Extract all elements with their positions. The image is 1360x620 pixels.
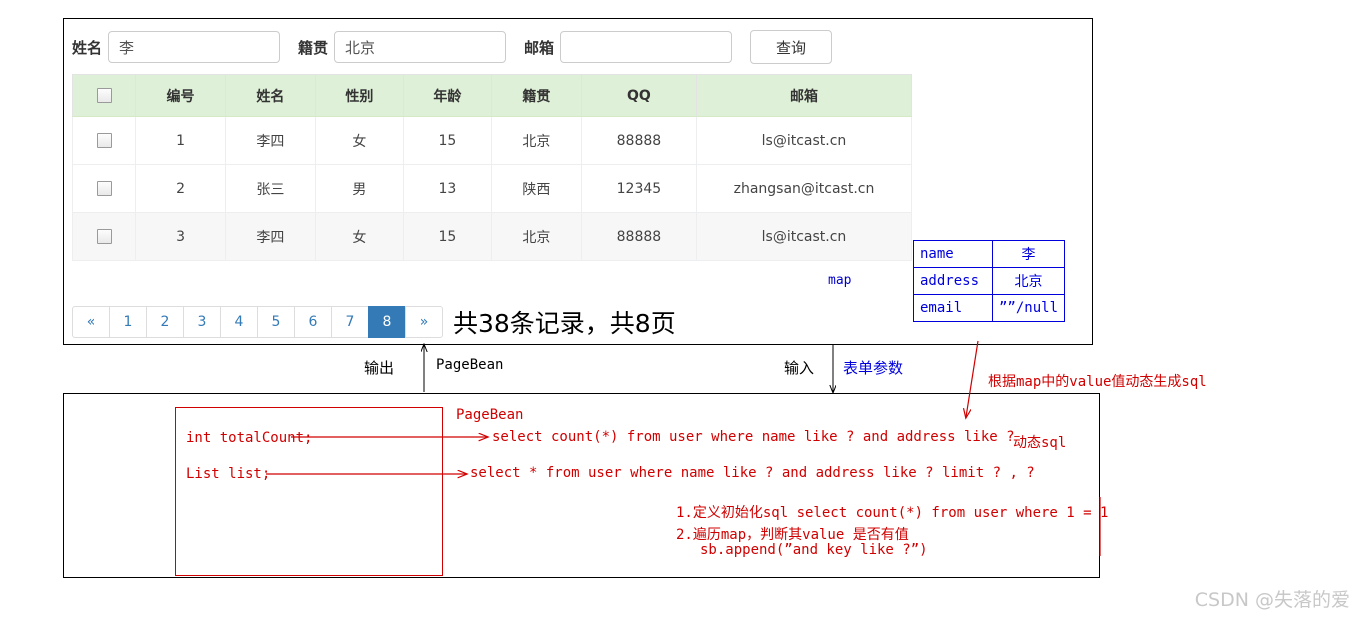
- cell-email: ls@itcast.cn: [695, 116, 913, 165]
- field-list: List list;: [186, 466, 271, 482]
- row-checkbox-cell[interactable]: [71, 164, 137, 213]
- sql-count-query: select count(*) from user where name lik…: [492, 429, 1015, 445]
- cell-name: 李四: [224, 116, 316, 165]
- cell-qq: 12345: [580, 164, 697, 213]
- header-name: 姓名: [224, 74, 316, 117]
- cell-age: 15: [402, 116, 492, 165]
- page-4[interactable]: 4: [220, 306, 258, 338]
- output-type-label: PageBean: [436, 357, 504, 373]
- map-annotation-table: name 李 address 北京 email ””/null: [913, 240, 1066, 322]
- input-label: 输入: [784, 359, 815, 377]
- map-row: name 李: [913, 240, 1066, 268]
- row-checkbox-cell[interactable]: [71, 116, 137, 165]
- page-1[interactable]: 1: [109, 306, 147, 338]
- sql-list-query: select * from user where name like ? and…: [470, 465, 1035, 481]
- search-address-input[interactable]: [334, 31, 507, 63]
- email-field-label: 邮箱: [524, 38, 555, 57]
- watermark: CSDN @失落的爱: [1194, 589, 1350, 611]
- map-key-address: address: [913, 267, 993, 295]
- map-key-email: email: [913, 294, 993, 322]
- page-5[interactable]: 5: [257, 306, 295, 338]
- header-age: 年龄: [402, 74, 492, 117]
- map-value-email: ””/null: [991, 294, 1066, 322]
- cell-address: 陕西: [490, 164, 582, 213]
- pagination-summary: 共38条记录，共8页: [453, 309, 676, 338]
- page-7[interactable]: 7: [331, 306, 369, 338]
- checkbox-icon[interactable]: [96, 133, 112, 148]
- field-total-count: int totalCount;: [186, 430, 313, 446]
- header-id: 编号: [135, 74, 226, 117]
- search-name-input[interactable]: [108, 31, 281, 63]
- cell-id: 3: [135, 212, 226, 261]
- cell-name: 张三: [224, 164, 316, 213]
- map-row: email ””/null: [913, 294, 1066, 322]
- checkbox-icon[interactable]: [96, 229, 112, 244]
- note-line-2: 2.遍历map，判断其value 是否有值: [676, 527, 909, 543]
- cell-id: 1: [135, 116, 226, 165]
- cell-gender: 女: [314, 116, 404, 165]
- search-email-input[interactable]: [560, 31, 733, 63]
- header-address: 籍贯: [490, 74, 582, 117]
- cell-name: 李四: [224, 212, 316, 261]
- page-3[interactable]: 3: [183, 306, 221, 338]
- cell-email: zhangsan@itcast.cn: [695, 164, 913, 213]
- map-row: address 北京: [913, 267, 1066, 295]
- header-email: 邮箱: [695, 74, 913, 117]
- cell-age: 13: [402, 164, 492, 213]
- page-6[interactable]: 6: [294, 306, 332, 338]
- page-2[interactable]: 2: [146, 306, 184, 338]
- checkbox-icon[interactable]: [96, 181, 112, 196]
- name-field-label: 姓名: [72, 38, 103, 57]
- dynamic-sql-label: 动态sql: [1013, 435, 1067, 451]
- address-field-label: 籍贯: [298, 38, 329, 57]
- cell-email: ls@itcast.cn: [695, 212, 913, 261]
- page-8[interactable]: 8: [368, 306, 406, 338]
- map-value-name: 李: [991, 240, 1066, 268]
- page-next[interactable]: »: [405, 306, 443, 338]
- map-annotation-label: map: [828, 273, 852, 288]
- pagebean-title: PageBean: [456, 407, 524, 423]
- checkbox-icon[interactable]: [96, 88, 112, 103]
- table-row[interactable]: 2 张三 男 13 陕西 12345 zhangsan@itcast.cn: [71, 164, 913, 213]
- table-row[interactable]: 3 李四 女 15 北京 88888 ls@itcast.cn: [71, 212, 913, 261]
- cell-age: 15: [402, 212, 492, 261]
- pagination: « 1 2 3 4 5 6 7 8 » 共38条记录，共8页: [72, 304, 676, 340]
- cell-gender: 女: [314, 212, 404, 261]
- header-qq: QQ: [580, 74, 697, 117]
- map-key-name: name: [913, 240, 993, 268]
- table-row[interactable]: 1 李四 女 15 北京 88888 ls@itcast.cn: [71, 116, 913, 165]
- cell-qq: 88888: [580, 116, 697, 165]
- cell-address: 北京: [490, 116, 582, 165]
- header-gender: 性别: [314, 74, 404, 117]
- query-button[interactable]: 查询: [750, 30, 833, 64]
- search-form: 姓名 籍贯 邮箱 查询: [72, 27, 1084, 67]
- table-header-row: 编号 姓名 性别 年龄 籍贯 QQ 邮箱: [71, 74, 913, 117]
- page-prev[interactable]: «: [72, 306, 110, 338]
- map-value-address: 北京: [991, 267, 1066, 295]
- note-line-1: 1.定义初始化sql select count(*) from user whe…: [676, 505, 1109, 521]
- cell-gender: 男: [314, 164, 404, 213]
- header-select-all[interactable]: [71, 74, 137, 117]
- output-label: 输出: [364, 359, 395, 377]
- cell-qq: 88888: [580, 212, 697, 261]
- row-checkbox-cell[interactable]: [71, 212, 137, 261]
- dynamic-sql-note: 根据map中的value值动态生成sql: [988, 374, 1207, 390]
- cell-id: 2: [135, 164, 226, 213]
- cell-address: 北京: [490, 212, 582, 261]
- user-table: 编号 姓名 性别 年龄 籍贯 QQ 邮箱 1 李四 女 15 北京 88888 …: [71, 74, 913, 261]
- note-line-3: sb.append(”and key like ?”): [700, 542, 928, 558]
- input-type-label: 表单参数: [843, 359, 904, 377]
